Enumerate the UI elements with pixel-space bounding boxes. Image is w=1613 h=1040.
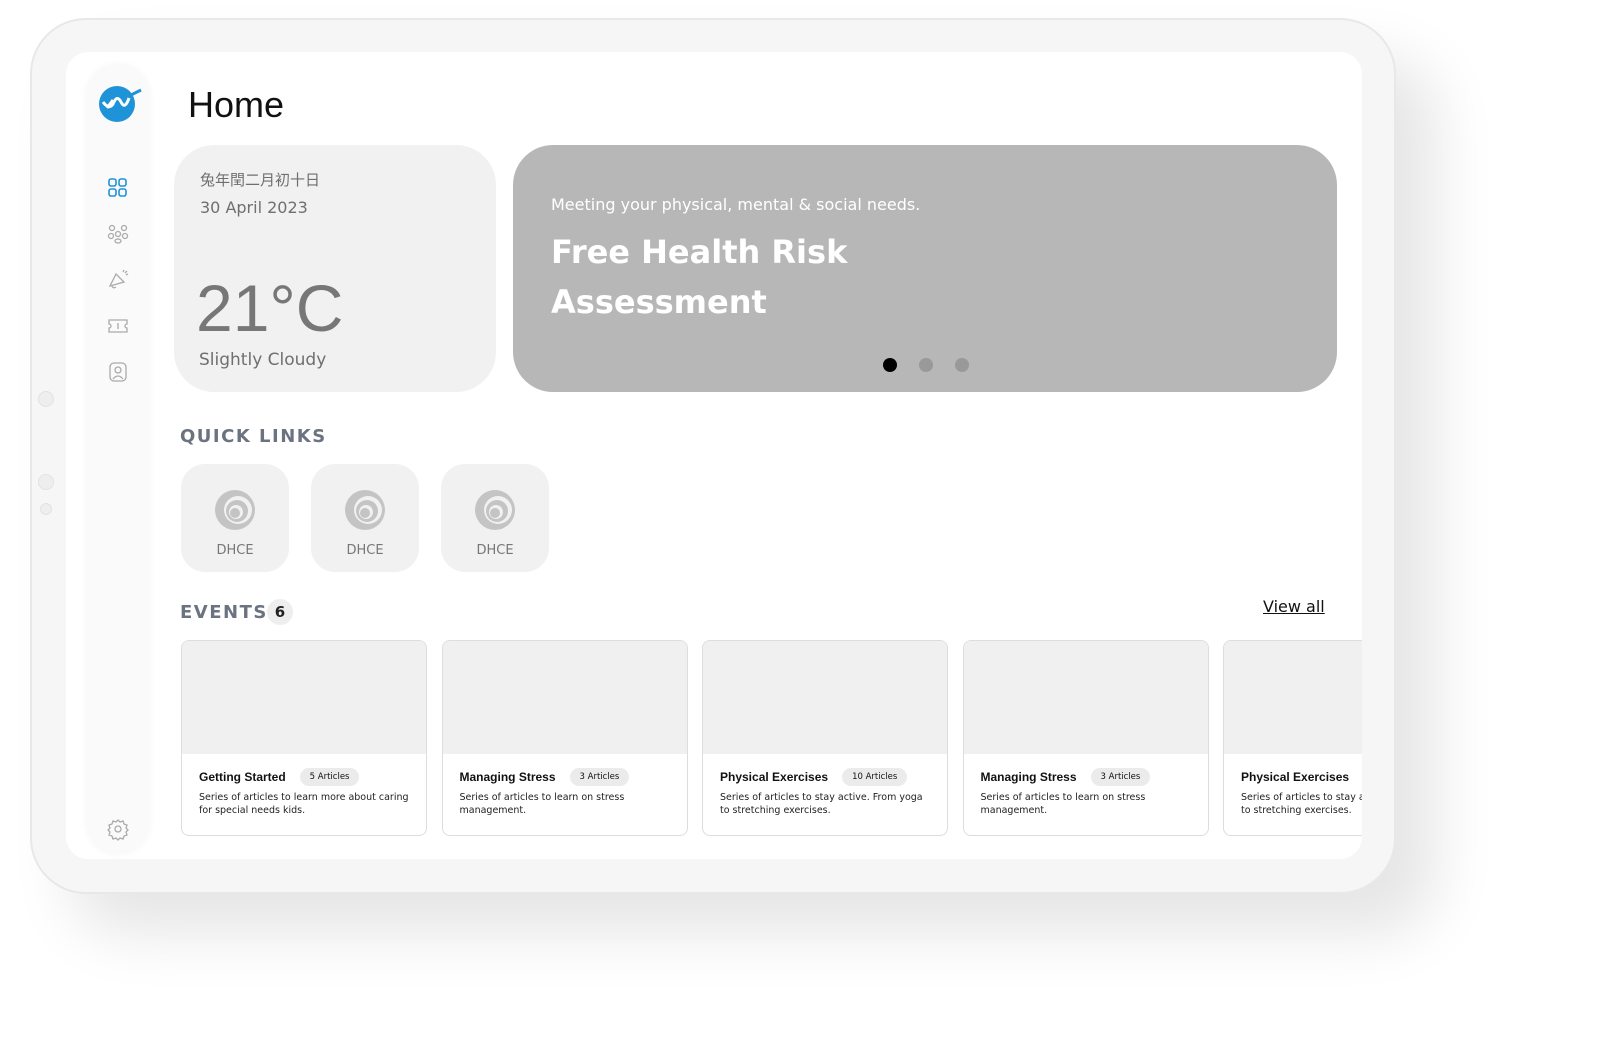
event-card[interactable]: Getting Started 5 Articles Series of artic… xyxy=(181,640,427,836)
weather-condition: Slightly Cloudy xyxy=(199,350,327,370)
sidebar xyxy=(86,64,150,854)
grid-icon[interactable] xyxy=(106,176,130,200)
event-card[interactable]: Managing Stress 3 Articles Series of artic… xyxy=(962,640,1209,836)
screen: Home 兔年閏二月初十日 30 April 2023 21°C Slightl… xyxy=(66,52,1362,859)
device-button xyxy=(38,474,54,490)
date: 30 April 2023 xyxy=(200,198,308,217)
carousel-dot[interactable] xyxy=(955,358,969,372)
quick-links-title: QUICK LINKS xyxy=(180,426,327,447)
event-title: Getting Started xyxy=(199,770,286,784)
lunar-date: 兔年閏二月初十日 xyxy=(200,171,321,189)
page-title: Home xyxy=(188,84,285,125)
announcement-icon[interactable] xyxy=(106,268,130,292)
carousel-dots xyxy=(883,358,969,372)
dhce-logo-icon xyxy=(345,490,385,530)
event-image xyxy=(703,641,947,754)
events-title: EVENTS xyxy=(180,602,268,623)
event-image xyxy=(182,641,426,754)
event-card[interactable]: Physical Exercises10 ArticlesSeries of a… xyxy=(1223,640,1362,836)
device-button xyxy=(40,503,52,515)
event-description: Series of articles to learn on stress ma… xyxy=(459,792,625,816)
carousel-dot[interactable] xyxy=(883,358,897,372)
event-card[interactable]: Physical Exercises 10 Articles Series of a… xyxy=(702,640,948,836)
profile-icon[interactable] xyxy=(106,360,130,384)
weather-card: 兔年閏二月初十日 30 April 2023 21°C Slightly Clo… xyxy=(174,145,496,392)
event-card[interactable]: Managing Stress 3 Articles Series of artic… xyxy=(441,640,688,836)
quick-link[interactable]: DHCE xyxy=(311,464,419,572)
event-description: Series of articles to learn on stress ma… xyxy=(980,792,1146,816)
device-button xyxy=(38,391,54,407)
quick-link[interactable]: DHCE xyxy=(441,464,549,572)
dhce-logo-icon xyxy=(215,490,255,530)
event-title: Managing Stress xyxy=(980,770,1077,784)
promo-banner[interactable]: Meeting your physical, mental & social n… xyxy=(513,145,1337,392)
articles-badge: 3 Articles xyxy=(1090,768,1151,786)
quick-link-label: DHCE xyxy=(216,543,254,558)
ticket-icon[interactable] xyxy=(106,314,130,338)
banner-headline: Free Health Risk Assessment xyxy=(551,233,848,321)
view-all-link[interactable]: View all xyxy=(1263,597,1325,616)
carousel-dot[interactable] xyxy=(919,358,933,372)
event-description: Series of articles to stay active. From … xyxy=(1241,792,1362,816)
dhce-logo-icon xyxy=(475,490,515,530)
event-image xyxy=(1224,641,1362,754)
events-count-badge: 6 xyxy=(267,599,293,625)
event-title: Physical Exercises xyxy=(1241,770,1350,784)
event-image xyxy=(963,641,1208,754)
articles-badge: 10 Articles xyxy=(842,768,908,786)
event-description: Series of articles to learn more about c… xyxy=(199,792,409,816)
gear-icon[interactable] xyxy=(106,817,130,841)
articles-badge: 3 Articles xyxy=(569,768,630,786)
quick-link-label: DHCE xyxy=(346,543,384,558)
app-logo[interactable] xyxy=(93,84,143,124)
event-description: Series of articles to stay active. From … xyxy=(720,792,923,816)
banner-subtitle: Meeting your physical, mental & social n… xyxy=(551,195,921,214)
temperature: 21°C xyxy=(196,271,344,345)
articles-badge: 5 Articles xyxy=(299,768,360,786)
event-title: Physical Exercises xyxy=(720,770,829,784)
community-icon[interactable] xyxy=(106,222,130,246)
event-title: Managing Stress xyxy=(459,770,556,784)
event-image xyxy=(442,641,687,754)
quick-link-label: DHCE xyxy=(476,543,514,558)
quick-link[interactable]: DHCE xyxy=(181,464,289,572)
